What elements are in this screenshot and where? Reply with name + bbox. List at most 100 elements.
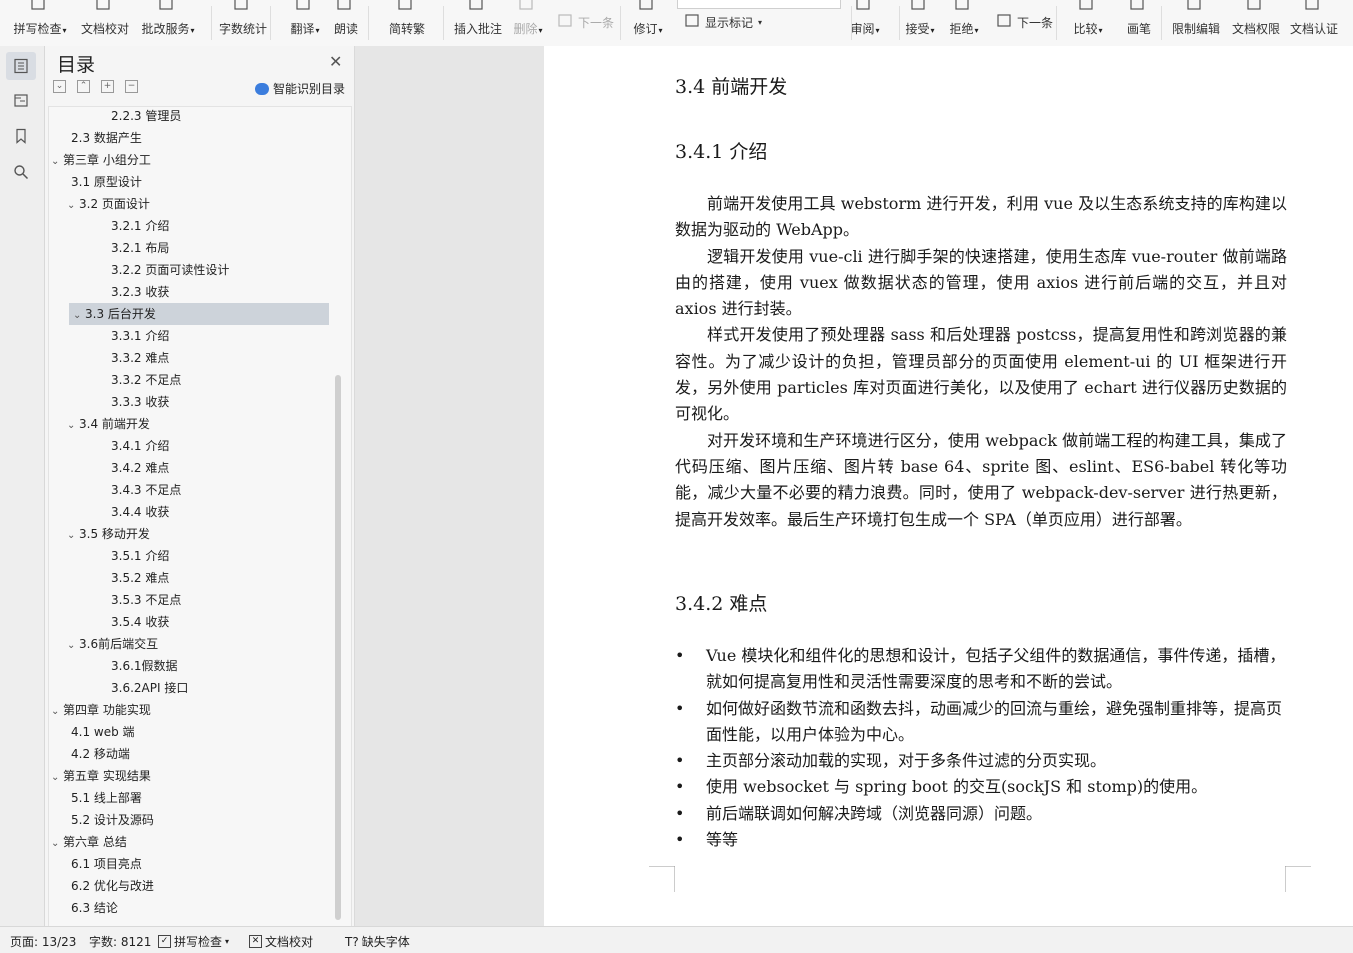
chevron-down-icon[interactable]: ⌄ xyxy=(73,305,85,327)
toc-panel-button[interactable] xyxy=(6,52,36,80)
toc-item[interactable]: 3.5.2 难点 xyxy=(107,567,169,589)
chevron-down-icon[interactable]: ⌄ xyxy=(51,767,63,789)
smart-toc-button[interactable]: 智能识别目录 xyxy=(255,80,345,97)
toc-item[interactable]: 3.5.1 介绍 xyxy=(107,545,169,567)
toc-item[interactable]: 6.3 结论 xyxy=(67,897,118,919)
chevron-down-icon[interactable]: ⌄ xyxy=(51,701,63,723)
toc-item-label: 3.4.3 不足点 xyxy=(111,483,182,497)
toc-item[interactable]: 3.5.4 收获 xyxy=(107,611,169,633)
toc-item[interactable]: ⌄ 3.5 移动开发 xyxy=(67,523,150,545)
toc-item[interactable]: ⌄ 第六章 总结 xyxy=(51,831,127,853)
toc-item[interactable]: 4.1 web 端 xyxy=(67,721,135,743)
margin-corner-mark xyxy=(649,866,675,892)
add-heading-icon[interactable]: + xyxy=(101,80,114,93)
toc-item-label: 4.1 web 端 xyxy=(71,725,135,739)
toc-item[interactable]: 3.3.1 介绍 xyxy=(107,325,169,347)
toc-item[interactable]: 3.6.2API 接口 xyxy=(107,677,188,699)
toc-item[interactable]: ⌄ 3.3 后台开发 xyxy=(69,303,329,325)
toc-item[interactable]: 6.1 项目亮点 xyxy=(67,853,142,875)
toc-item[interactable]: ⌄ 第四章 功能实现 xyxy=(51,699,151,721)
close-icon[interactable]: ✕ xyxy=(329,52,342,71)
toc-scrollbar[interactable] xyxy=(335,375,341,920)
chevron-down-icon[interactable]: ⌄ xyxy=(67,525,79,547)
document-page[interactable]: 3.4 前端开发 3.4.1 介绍 前端开发使用工具 webstorm 进行开发… xyxy=(544,46,1353,926)
proofread-status[interactable]: ✕ 文档校对 xyxy=(249,933,313,950)
chevron-down-icon[interactable]: ⌄ xyxy=(67,635,79,657)
chevron-down-icon[interactable]: ⌄ xyxy=(67,195,79,217)
reject-button[interactable]: 拒绝 ▾ xyxy=(932,0,996,44)
expand-all-icon[interactable]: ⌃ xyxy=(77,80,90,93)
spellcheck-button[interactable]: 拼写检查 ▾ xyxy=(8,0,72,44)
toc-item-label: 3.5 移动开发 xyxy=(79,527,150,541)
toc-item[interactable]: 3.3.2 难点 xyxy=(107,347,169,369)
toc-item[interactable]: 3.2.2 页面可读性设计 xyxy=(107,259,229,281)
toc-item[interactable]: 3.3.2 不足点 xyxy=(107,369,181,391)
toc-item[interactable]: 3.6.1假数据 xyxy=(107,655,178,677)
chevron-down-icon[interactable]: ⌄ xyxy=(51,833,63,855)
page-indicator[interactable]: 页面: 13/23 xyxy=(10,933,76,950)
correction-service-icon xyxy=(157,0,179,17)
toc-item[interactable]: 3.2.1 介绍 xyxy=(107,215,169,237)
toolbar-button-label: 审阅 xyxy=(850,22,875,36)
toc-item-label: 2.3 数据产生 xyxy=(71,131,142,145)
track-changes-button[interactable]: 修订 ▾ xyxy=(616,0,680,44)
toc-item-label: 3.4.2 难点 xyxy=(111,461,170,475)
missing-font-status[interactable]: T? 缺失字体 xyxy=(345,933,410,950)
toc-item[interactable]: 3.4.4 收获 xyxy=(107,501,169,523)
show-markup-button[interactable]: 显示标记 ▾ xyxy=(683,14,762,31)
word-count[interactable]: 字数: 8121 xyxy=(89,933,151,950)
paragraph: 前端开发使用工具 webstorm 进行开发，利用 vue 及以生态系统支持的库… xyxy=(675,194,1287,240)
toc-item[interactable]: 3.5.3 不足点 xyxy=(107,589,181,611)
toc-item[interactable]: 3.3.3 收获 xyxy=(107,391,169,413)
proofread-icon xyxy=(94,0,116,17)
simplified-to-traditional-button[interactable]: 简转繁 xyxy=(375,0,439,44)
toc-item[interactable]: 2.2.3 管理员 xyxy=(107,107,181,127)
delete-comment-button[interactable]: 删除 ▾ xyxy=(496,0,560,44)
toc-item[interactable]: ⌄ 第五章 实现结果 xyxy=(51,765,151,787)
proofread-button[interactable]: 文档校对 xyxy=(73,0,137,44)
toc-item[interactable]: 3.1 原型设计 xyxy=(67,171,142,193)
chapter-nav-button[interactable] xyxy=(6,86,36,114)
toc-item-label: 3.2 页面设计 xyxy=(79,197,150,211)
doc-certify-button[interactable]: 文档认证 xyxy=(1282,0,1346,44)
toc-item[interactable]: ⌄ 3.4 前端开发 xyxy=(67,413,150,435)
restrict-edit-button[interactable]: 限制编辑 xyxy=(1164,0,1228,44)
toolbar-button-label: 删除 xyxy=(513,22,538,36)
toc-item[interactable]: 5.2 设计及源码 xyxy=(67,809,154,831)
toc-item[interactable]: 3.4.1 介绍 xyxy=(107,435,169,457)
word-count-button[interactable]: 字数统计 xyxy=(211,0,275,44)
correction-service-button[interactable]: 批改服务 ▾ xyxy=(136,0,200,44)
collapse-all-icon[interactable]: ⌄ xyxy=(53,80,66,93)
toolbar-separator xyxy=(1161,6,1162,40)
list-item: Vue 模块化和组件化的思想和设计，包括子父组件的数据通信，事件传递，插槽，就如… xyxy=(675,643,1287,696)
chevron-down-icon[interactable]: ⌄ xyxy=(51,151,63,173)
toc-item[interactable]: ⌄ 3.2 页面设计 xyxy=(67,193,150,215)
toc-item[interactable]: ⌄ 第三章 小组分工 xyxy=(51,149,151,171)
chevron-down-icon[interactable]: ⌄ xyxy=(67,415,79,437)
toc-item[interactable]: 6.2 优化与改进 xyxy=(67,875,154,897)
markup-mode-select[interactable] xyxy=(677,0,841,9)
bookmark-button[interactable] xyxy=(6,122,36,150)
toc-item[interactable]: 5.1 线上部署 xyxy=(67,787,142,809)
toc-item[interactable]: 3.4.3 不足点 xyxy=(107,479,181,501)
next-change-button[interactable]: 下一条 xyxy=(995,14,1053,31)
toc-item[interactable]: 2.3 数据产生 xyxy=(67,127,142,149)
spell-check-status[interactable]: ✓ 拼写检查 ▾ xyxy=(158,933,229,950)
review-pane-icon xyxy=(854,0,876,17)
toc-item-label: 5.2 设计及源码 xyxy=(71,813,154,827)
toc-item-label: 3.5.1 介绍 xyxy=(111,549,170,563)
doc-permission-button[interactable]: 文档权限 xyxy=(1224,0,1288,44)
toc-item[interactable]: 3.4.2 难点 xyxy=(107,457,169,479)
toc-item-label: 3.5.3 不足点 xyxy=(111,593,182,607)
toc-item[interactable]: 3.2.3 收获 xyxy=(107,281,169,303)
toc-item[interactable]: 3.2.1 布局 xyxy=(107,237,169,259)
toolbar-button-label: 文档校对 xyxy=(80,22,129,36)
find-button[interactable] xyxy=(6,158,36,186)
toc-item[interactable]: ⌄ 3.6前后端交互 xyxy=(67,633,158,655)
toc-item[interactable]: 4.2 移动端 xyxy=(67,743,130,765)
delete-comment-icon xyxy=(517,0,539,17)
toc-tools: ⌄ ⌃ + − xyxy=(53,80,138,93)
spellcheck-icon xyxy=(29,0,51,17)
remove-heading-icon[interactable]: − xyxy=(125,80,138,93)
next-comment-button[interactable]: 下一条 xyxy=(556,14,614,31)
